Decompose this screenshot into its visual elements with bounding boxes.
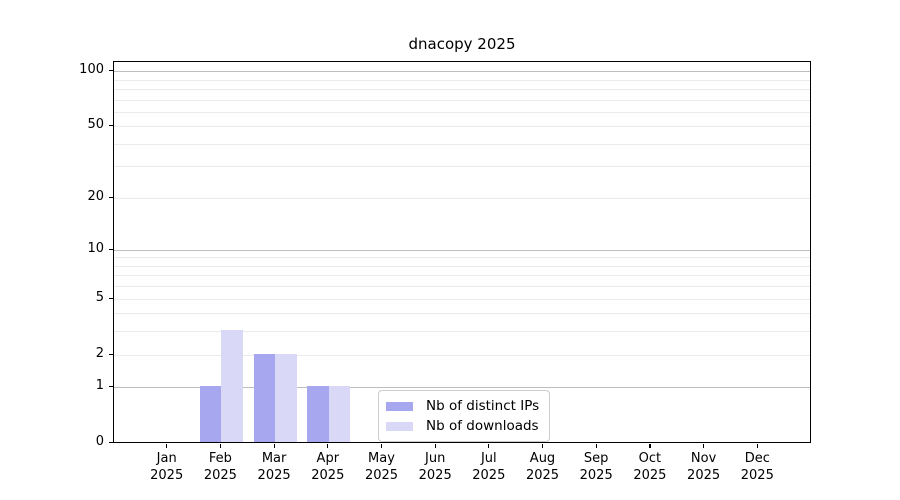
legend-item-downloads: Nb of downloads [386,418,539,434]
x-tick-mark-apr [327,443,329,448]
legend-label-downloads: Nb of downloads [426,418,539,434]
x-tick-label-sep-2025: Sep 2025 [579,451,613,483]
y-tick-mark-5 [108,297,113,299]
y-tick-label-20: 20 [87,188,104,204]
y-tick-mark-2 [108,353,113,355]
y-tick-label-2: 2 [95,345,104,361]
y-tick-label-100: 100 [79,62,104,77]
y-tick-label-0: 0 [95,434,104,449]
x-tick-mark-sep [595,443,597,448]
x-tick-mark-jan [166,443,168,448]
y-tick-label-1: 1 [95,378,104,394]
y-tick-label-50: 50 [87,117,104,133]
x-tick-label-may-2025: May 2025 [364,451,399,483]
x-tick-label-jan-2025: Jan 2025 [150,451,184,483]
bar-apr-distinct-ips [307,386,329,442]
legend-item-distinct-ips: Nb of distinct IPs [386,398,539,414]
x-tick-mark-may [380,443,383,448]
x-tick-mark-nov [703,443,705,448]
plot-area: Nb of distinct IPs Nb of downloads [113,61,811,443]
y-tick-mark-1 [108,386,113,388]
x-tick-mark-oct [649,443,651,448]
x-tick-mark-jul [488,443,490,448]
bar-mar-distinct-ips [253,353,276,442]
y-tick-mark-0 [108,442,113,444]
x-tick-label-oct-2025: Oct 2025 [633,451,667,483]
x-tick-mark-feb [219,443,222,448]
x-tick-label-nov-2025: Nov 2025 [687,451,721,483]
x-tick-label-dec-2025: Dec 2025 [740,451,774,483]
x-tick-mark-aug [541,443,544,448]
bar-apr-downloads [328,386,351,442]
y-tick-label-10: 10 [87,240,104,256]
legend-swatch-downloads [386,421,413,431]
y-tick-mark-10 [108,248,113,250]
x-tick-label-apr-2025: Apr 2025 [311,451,345,483]
x-tick-mark-jun [434,443,436,448]
x-tick-label-mar-2025: Mar 2025 [257,451,291,483]
y-tick-mark-100 [108,70,113,72]
x-tick-mark-dec [756,443,758,448]
x-tick-mark-mar [273,443,275,448]
bars-layer [114,62,810,442]
download-stats-figure: dnacopy 2025 Nb of distinct IPs Nb of do… [0,0,900,500]
x-tick-label-feb-2025: Feb 2025 [203,451,237,483]
y-tick-label-5: 5 [95,289,104,305]
bar-mar-downloads [275,353,297,442]
y-tick-mark-20 [108,196,113,198]
legend: Nb of distinct IPs Nb of downloads [378,390,551,442]
y-tick-mark-50 [108,125,113,127]
x-tick-label-aug-2025: Aug 2025 [525,451,560,483]
bar-feb-downloads [221,330,243,442]
legend-swatch-distinct-ips [386,401,413,411]
chart-title: dnacopy 2025 [408,35,516,53]
bar-feb-distinct-ips [199,386,222,442]
legend-label-distinct-ips: Nb of distinct IPs [426,398,540,414]
x-tick-label-jun-2025: Jun 2025 [418,451,452,483]
x-tick-label-jul-2025: Jul 2025 [472,451,506,483]
